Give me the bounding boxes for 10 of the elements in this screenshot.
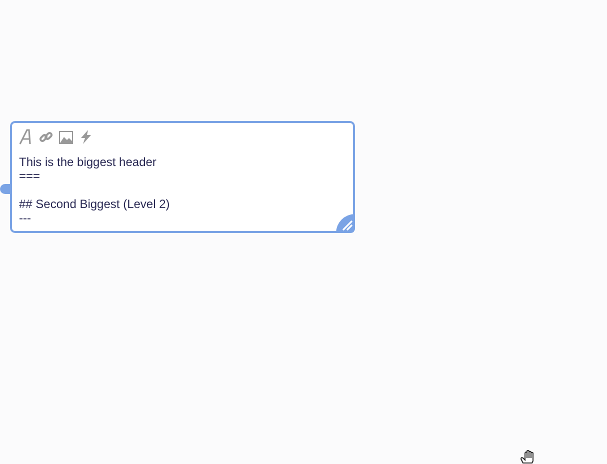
lightning-icon[interactable]	[79, 130, 93, 144]
image-icon[interactable]	[59, 130, 73, 144]
link-icon[interactable]	[39, 130, 53, 144]
connector-handle[interactable]	[0, 184, 10, 194]
text-line: This is the biggest header	[19, 155, 156, 169]
text-line: ===	[19, 169, 40, 183]
resize-handle[interactable]	[336, 214, 355, 233]
text-line: ## Second Biggest (Level 2)	[19, 197, 170, 211]
text-line: ---	[19, 211, 31, 225]
font-icon[interactable]	[19, 129, 33, 145]
